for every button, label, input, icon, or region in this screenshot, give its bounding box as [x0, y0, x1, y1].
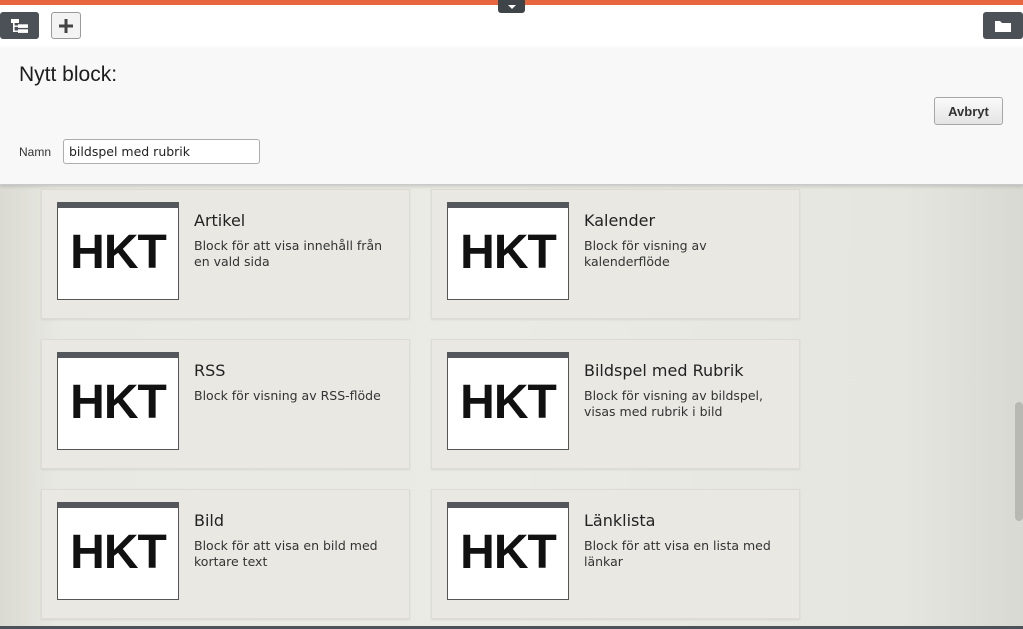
folder-button[interactable]: [983, 12, 1023, 39]
block-card-lanklista[interactable]: HKT Länklista Block för att visa en list…: [431, 489, 800, 619]
block-card-kalender[interactable]: HKT Kalender Block för visning av kalend…: [431, 189, 800, 319]
block-card-bild[interactable]: HKT Bild Block för att visa en bild med …: [41, 489, 410, 619]
cancel-button[interactable]: Avbryt: [934, 97, 1003, 125]
block-description: Block för att visa en bild med kortare t…: [194, 538, 378, 569]
block-card-rss[interactable]: HKT RSS Block för visning av RSS-flöde: [41, 339, 410, 469]
name-label: Namn: [19, 145, 52, 159]
block-thumbnail: HKT: [57, 502, 179, 600]
dialog-header: Nytt block: Avbryt Namn: [0, 5, 1023, 185]
block-thumbnail: HKT: [447, 202, 569, 300]
panel-toggle-button[interactable]: [498, 0, 525, 13]
block-description: Block för att visa innehåll från en vald…: [194, 238, 383, 269]
block-list: HKT Artikel Block för att visa innehåll …: [0, 185, 1023, 629]
block-title: Kalender: [584, 211, 656, 230]
block-thumbnail: HKT: [57, 202, 179, 300]
folder-icon: [995, 20, 1011, 32]
add-button[interactable]: [51, 12, 81, 39]
page-tree-button[interactable]: [0, 12, 39, 39]
dialog-title: Nytt block:: [19, 63, 118, 86]
block-description: Block för visning av RSS-flöde: [194, 388, 381, 403]
block-description: Block för visning av bildspel, visas med…: [584, 388, 763, 419]
block-thumbnail: HKT: [447, 352, 569, 450]
caret-down-icon: [507, 5, 516, 9]
block-card-artikel[interactable]: HKT Artikel Block för att visa innehåll …: [41, 189, 410, 319]
block-thumbnail: HKT: [57, 352, 179, 450]
block-card-bildspel-med-rubrik[interactable]: HKT Bildspel med Rubrik Block för visnin…: [431, 339, 800, 469]
name-input[interactable]: [63, 139, 260, 164]
page-tree-icon: [10, 18, 28, 33]
plus-icon: [59, 18, 73, 33]
block-title: RSS: [194, 361, 226, 380]
block-title: Bild: [194, 511, 225, 530]
block-thumbnail: HKT: [447, 502, 569, 600]
block-title: Artikel: [194, 211, 246, 230]
block-title: Bildspel med Rubrik: [584, 361, 744, 380]
scrollbar-thumb[interactable]: [1015, 402, 1023, 521]
block-title: Länklista: [584, 511, 656, 530]
block-description: Block för visning av kalenderflöde: [584, 238, 707, 269]
block-description: Block för att visa en lista med länkar: [584, 538, 771, 569]
